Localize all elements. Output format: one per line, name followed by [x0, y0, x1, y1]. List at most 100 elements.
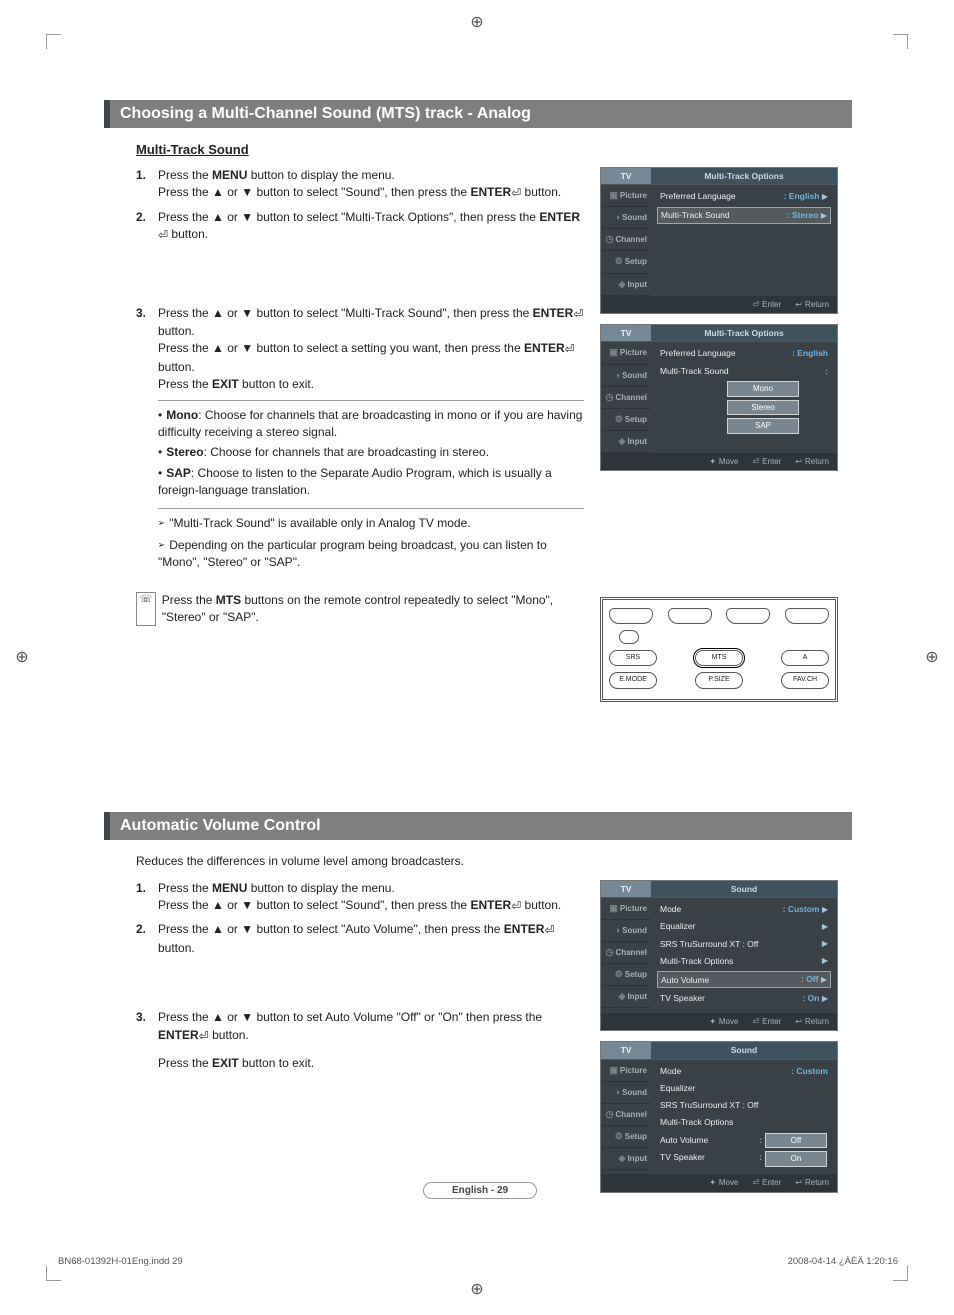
osd-row: SRS TruSurround XT : Off: [657, 1098, 831, 1112]
remote-button: A: [781, 650, 829, 666]
t: MTS: [216, 593, 241, 607]
t: Press the ▲ or ▼ button to select "Sound…: [158, 185, 470, 199]
t: ENTER: [504, 922, 545, 936]
t: Channel: [615, 235, 647, 244]
osd-tv: TV: [601, 881, 651, 898]
t: ENTER: [524, 341, 565, 355]
t: Move: [719, 1177, 739, 1189]
osd-row: Equalizer▶: [657, 919, 831, 933]
t: ENTER: [539, 210, 580, 224]
bullet: •: [158, 445, 162, 459]
t: TV Speaker: [660, 992, 705, 1004]
section1-title: Choosing a Multi-Channel Sound (MTS) tra…: [104, 100, 852, 128]
t: button.: [521, 185, 561, 199]
t: : Custom: [783, 904, 820, 914]
t: button.: [158, 324, 195, 338]
section2-intro: Reduces the differences in volume level …: [136, 854, 852, 868]
osd-row-selected: Multi-Track Sound: Stereo ▶: [657, 207, 831, 224]
footer-left: BN68-01392H-01Eng.indd 29: [58, 1256, 183, 1267]
osd-tab: ▣Picture: [601, 342, 651, 364]
osd-footer: ✦ Move⏎ Enter↩ Return: [601, 1013, 837, 1031]
section2-left: 1. Press the MENU button to display the …: [104, 880, 584, 1203]
page-number-pill: English - 29: [423, 1182, 537, 1199]
t: : On: [802, 993, 819, 1003]
osd-option: Stereo: [727, 400, 799, 416]
t: Multi-Track Options: [660, 955, 733, 967]
osd-2a: TVSound ▣Picture ◑Sound ◷Channel ⚙Setup …: [600, 880, 838, 1032]
t: Channel: [615, 948, 647, 957]
section2-right: TVSound ▣Picture ◑Sound ◷Channel ⚙Setup …: [600, 880, 838, 1203]
print-mark-top: ⊕: [469, 14, 485, 30]
t: Move: [719, 456, 739, 468]
bullet: •: [158, 466, 162, 480]
t: button.: [158, 360, 195, 374]
osd-option: On: [765, 1151, 827, 1167]
osd-option: Mono: [727, 381, 799, 397]
t: Setup: [625, 257, 647, 266]
t: MENU: [212, 881, 247, 895]
step-number: 1.: [136, 167, 158, 203]
t: : Choose to listen to the Separate Audio…: [158, 466, 552, 497]
remote-button: SRS: [609, 650, 657, 666]
osd-row: Multi-Track Sound:: [657, 364, 831, 378]
t: Auto Volume: [660, 1134, 708, 1146]
t: button to exit.: [239, 377, 314, 391]
osd-row: Auto Volume:: [657, 1133, 765, 1147]
osd-title: Sound: [651, 881, 837, 898]
osd-tab: ▣Picture: [601, 1060, 651, 1082]
osd-tab: ◈Input: [601, 431, 651, 453]
remote-button: [785, 608, 829, 624]
t: Equalizer: [660, 1082, 695, 1094]
t: EXIT: [212, 1056, 239, 1070]
t: : English: [792, 347, 828, 359]
osd-row: TV Speaker:: [657, 1150, 765, 1164]
t: Press the: [158, 377, 212, 391]
t: Press the ▲ or ▼ button to select "Multi…: [158, 306, 533, 320]
t: Input: [627, 280, 647, 289]
osd-row: Mode: Custom: [657, 1064, 831, 1078]
osd-tab: ◈Input: [601, 986, 651, 1008]
t: Multi-Track Sound: [661, 209, 730, 221]
s2-step3: 3. Press the ▲ or ▼ button to set Auto V…: [136, 1009, 584, 1072]
t: button to exit.: [239, 1056, 314, 1070]
remote-button: E.MODE: [609, 672, 657, 688]
remote-icon: ☏: [136, 592, 156, 627]
t: button.: [209, 1028, 249, 1042]
print-mark-left: ⊕: [14, 649, 30, 665]
t: Press the: [158, 881, 212, 895]
osd-row: Multi-Track Options▶: [657, 954, 831, 968]
osd-tab: ◷Channel: [601, 387, 651, 409]
t: button to display the menu.: [247, 881, 394, 895]
t: Preferred Language: [660, 347, 736, 359]
osd-option: SAP: [727, 418, 799, 434]
t: Auto Volume: [661, 974, 709, 986]
arrow-note: ➢Depending on the particular program bei…: [158, 537, 584, 572]
t: button to display the menu.: [247, 168, 394, 182]
t: SRS TruSurround XT : Off: [660, 1099, 758, 1111]
t: Press the ▲ or ▼ button to select "Multi…: [158, 210, 539, 224]
osd-tab: ◑Sound: [601, 1082, 651, 1104]
osd-row-selected: Auto Volume: Off ▶: [657, 971, 831, 988]
t: ENTER: [470, 185, 511, 199]
osd-row: Preferred Language: English ▶: [657, 189, 831, 204]
t: Return: [805, 456, 829, 468]
step-number: 1.: [136, 880, 158, 916]
t: Equalizer: [660, 920, 695, 932]
enter-icon: ⏎: [511, 898, 521, 915]
crop-tr: [893, 34, 908, 49]
arrow-note: ➢"Multi-Track Sound" is available only i…: [158, 515, 584, 532]
t: Input: [627, 992, 647, 1001]
t: ENTER: [158, 1028, 199, 1042]
remote-button: FAV.CH: [781, 672, 829, 688]
remote-button: [726, 608, 770, 624]
t: Return: [805, 299, 829, 311]
step-number: 3.: [136, 1009, 158, 1072]
step-number: 2.: [136, 921, 158, 957]
t: Multi-Track Sound: [660, 365, 729, 377]
remote-diagram: SRS MTS A E.MODE P.SIZE FAV.CH: [600, 597, 838, 701]
osd-row: Equalizer: [657, 1081, 831, 1095]
t: Mono: [166, 408, 198, 422]
t: Multi-Track Options: [660, 1116, 733, 1128]
osd-tab: ◷Channel: [601, 942, 651, 964]
enter-icon: ⏎: [511, 185, 521, 202]
